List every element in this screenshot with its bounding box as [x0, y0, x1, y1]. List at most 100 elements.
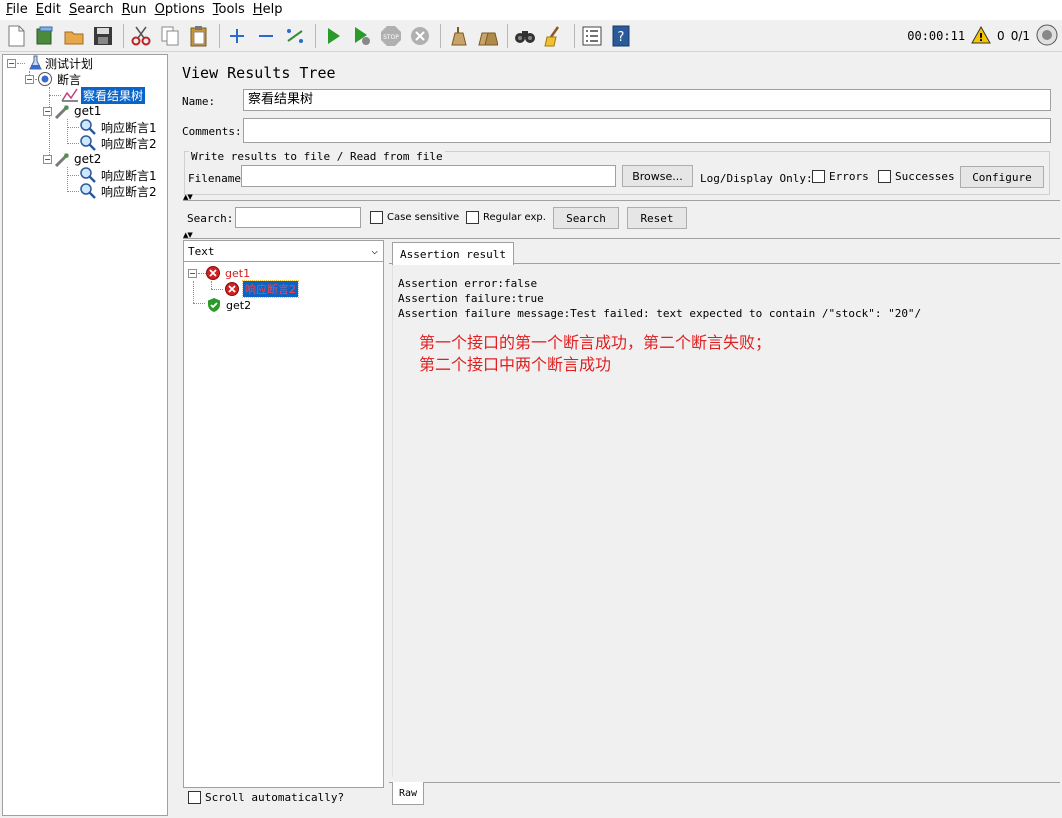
warning-icon[interactable]: ! — [971, 25, 991, 47]
assertion-icon — [80, 135, 96, 151]
tree-connector — [67, 167, 68, 192]
case-sensitive-checkbox-box[interactable] — [370, 211, 383, 224]
success-icon — [208, 298, 220, 312]
errors-checkbox[interactable]: Errors — [812, 170, 869, 183]
function-helper-icon[interactable] — [579, 23, 605, 49]
elapsed-timer: 00:00:11 — [907, 29, 966, 43]
toolbar: STOP ? 00:00:11 ! 0 0/1 — [0, 20, 1062, 52]
result-line: Assertion failure:true — [398, 292, 544, 305]
help-icon[interactable]: ? — [608, 23, 634, 49]
shutdown-icon[interactable] — [407, 23, 433, 49]
result-item-label: get1 — [225, 266, 251, 280]
tree-connector — [67, 127, 79, 128]
configure-button[interactable]: Configure — [960, 166, 1044, 188]
browse-button[interactable]: Browse... — [622, 165, 693, 187]
clear-icon[interactable] — [445, 23, 471, 49]
result-line: Assertion error:false — [398, 277, 538, 290]
menu-options[interactable]: Options — [151, 0, 209, 20]
tree-node-test-plan[interactable]: − 测试计划 — [7, 55, 93, 71]
sampler-icon — [54, 104, 70, 119]
clear-all-icon[interactable] — [474, 23, 500, 49]
menu-tools[interactable]: Tools — [209, 0, 249, 20]
thread-group-icon — [38, 72, 52, 86]
view-results-tree-panel: View Results Tree Name: 察看结果树 Comments: … — [175, 54, 1060, 816]
cut-icon[interactable] — [128, 23, 154, 49]
collapse-icon[interactable]: − — [25, 74, 34, 84]
tree-connector — [211, 281, 212, 289]
start-no-pause-icon[interactable] — [349, 23, 375, 49]
tree-node-assertion[interactable]: 响应断言1 — [79, 167, 157, 183]
menu-search[interactable]: Search — [65, 0, 118, 20]
collapse-icon[interactable]: − — [188, 268, 197, 278]
chevron-down-icon[interactable]: ⌵ — [371, 244, 378, 257]
toggle-icon[interactable] — [282, 23, 308, 49]
tree-connector — [49, 87, 50, 161]
successes-checkbox-box[interactable] — [878, 170, 891, 183]
collapse-icon[interactable]: − — [43, 154, 52, 164]
tree-connector — [49, 95, 61, 96]
successes-checkbox[interactable]: Successes — [878, 170, 955, 183]
collapse-icon[interactable] — [253, 23, 279, 49]
search-label: Search: — [187, 212, 234, 225]
search-icon[interactable] — [512, 23, 538, 49]
tree-node-assertion[interactable]: 响应断言1 — [79, 119, 157, 135]
assertion-result-pane[interactable]: Assertion error:false Assertion failure:… — [392, 265, 1043, 777]
result-item-assertion[interactable]: 响应断言2 — [224, 280, 299, 298]
tree-node-label: 测试计划 — [45, 56, 94, 71]
results-tree[interactable]: − get1 响应断言2 get2 — [183, 240, 384, 788]
tab-raw[interactable]: Raw — [392, 782, 425, 805]
templates-icon[interactable] — [32, 23, 58, 49]
name-label: Name: — [182, 95, 216, 108]
case-sensitive-checkbox[interactable]: Case sensitive — [370, 211, 459, 224]
active-threads: 0/1 — [1010, 29, 1030, 43]
filename-field[interactable] — [241, 165, 616, 187]
toolbar-separator — [507, 23, 508, 48]
paste-icon[interactable] — [186, 23, 212, 49]
menu-run[interactable]: Run — [118, 0, 151, 20]
result-item-get2[interactable]: get2 — [206, 297, 251, 313]
failure-icon — [225, 282, 239, 296]
reset-button[interactable]: Reset — [627, 207, 687, 229]
scroll-automatically-checkbox-box[interactable] — [188, 791, 201, 804]
start-icon[interactable] — [320, 23, 346, 49]
copy-icon[interactable] — [157, 23, 183, 49]
case-sensitive-label: Case sensitive — [387, 212, 460, 223]
name-field[interactable]: 察看结果树 — [243, 89, 1051, 111]
reset-search-icon[interactable] — [541, 23, 567, 49]
expand-icon[interactable] — [224, 23, 250, 49]
menu-help[interactable]: Help — [249, 0, 287, 20]
tree-node-sampler[interactable]: − get1 — [43, 103, 101, 119]
menu-file[interactable]: File — [2, 0, 32, 20]
test-plan-tree[interactable]: − 测试计划 − 断言 察看结果树 − get1 响应断言1 响应断言2 − g… — [2, 54, 168, 816]
new-icon[interactable] — [3, 23, 29, 49]
regex-checkbox-box[interactable] — [466, 211, 479, 224]
scroll-automatically-checkbox[interactable]: Scroll automatically? — [188, 791, 344, 804]
save-icon[interactable] — [90, 23, 116, 49]
toolbar-separator — [219, 23, 220, 48]
tree-node-view-results-tree[interactable]: 察看结果树 — [61, 86, 146, 104]
tree-node-assertion[interactable]: 响应断言2 — [79, 183, 157, 199]
toolbar-separator — [315, 23, 316, 48]
renderer-select[interactable]: Text ⌵ — [183, 240, 384, 262]
comments-field[interactable] — [243, 118, 1051, 143]
result-item-get1[interactable]: − get1 — [188, 265, 250, 281]
tree-node-label: 响应断言1 — [101, 120, 157, 135]
menu-edit[interactable]: Edit — [32, 0, 65, 20]
tree-node-thread-group[interactable]: − 断言 — [25, 71, 81, 87]
result-item-label: get2 — [226, 298, 252, 312]
regex-checkbox[interactable]: Regular exp. — [466, 211, 546, 224]
errors-checkbox-box[interactable] — [812, 170, 825, 183]
search-input[interactable] — [235, 207, 361, 228]
tree-node-label: 断言 — [57, 72, 82, 87]
open-icon[interactable] — [61, 23, 87, 49]
tab-assertion-result[interactable]: Assertion result — [392, 242, 514, 265]
tree-node-sampler[interactable]: − get2 — [43, 151, 101, 167]
tree-connector — [211, 289, 223, 290]
collapse-icon[interactable]: − — [7, 58, 16, 68]
tree-node-label: 响应断言1 — [101, 168, 157, 183]
search-button[interactable]: Search — [553, 207, 619, 229]
regex-label: Regular exp. — [483, 212, 546, 223]
stop-icon[interactable]: STOP — [378, 23, 404, 49]
collapse-icon[interactable]: − — [43, 106, 52, 116]
tree-node-assertion[interactable]: 响应断言2 — [79, 135, 157, 151]
